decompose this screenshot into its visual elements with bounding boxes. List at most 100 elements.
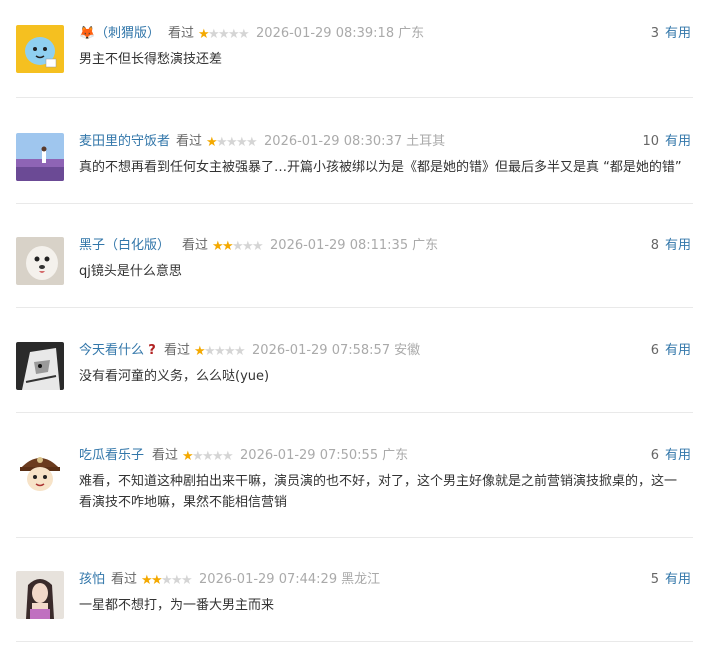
username-link[interactable]: 吃瓜看乐子	[79, 447, 144, 465]
watch-status: 看过	[111, 572, 138, 587]
star-filled-icon: ★	[206, 134, 218, 150]
star-empty-icon: ★	[224, 343, 236, 359]
star-filled-icon: ★	[194, 343, 206, 359]
useful-button[interactable]: 有用	[665, 343, 691, 358]
comment-time[interactable]: 2026-01-29 07:50:55	[240, 447, 378, 465]
star-empty-icon: ★	[234, 343, 246, 359]
comment-time[interactable]: 2026-01-29 08:30:37	[264, 133, 402, 151]
comment-text: 没有看河童的义务，么么哒(yue)	[79, 369, 270, 384]
rating-stars: ★ ★ ★ ★ ★	[141, 572, 193, 588]
useful-votes: 8 有用	[651, 237, 691, 255]
useful-button[interactable]: 有用	[665, 572, 691, 587]
rating-stars: ★ ★ ★ ★ ★	[198, 26, 250, 42]
watch-status: 看过	[176, 134, 203, 149]
star-empty-icon: ★	[232, 238, 244, 254]
useful-votes: 6 有用	[651, 342, 691, 360]
avatar[interactable]	[16, 25, 64, 73]
useful-votes: 3 有用	[651, 25, 691, 43]
star-empty-icon: ★	[222, 448, 234, 464]
comment-meta: 今天看什么 ? 看过 ★ ★ ★ ★ ★ 2026-01-29 07:58:57 安徽	[79, 342, 420, 360]
comment-list: 🦊 （刺猬版） 看过 ★ ★ ★ ★ ★ 2026-01-29 08:39:18 广东 …	[0, 0, 711, 655]
star-empty-icon: ★	[216, 134, 228, 150]
fox-emoji-icon: 🦊	[79, 26, 96, 41]
star-empty-icon: ★	[226, 134, 238, 150]
star-empty-icon: ★	[214, 343, 226, 359]
vote-count: 6	[650, 448, 659, 463]
star-empty-icon: ★	[246, 134, 258, 150]
star-filled-icon: ★	[182, 448, 194, 464]
username-link[interactable]: （刺猬版）	[95, 25, 160, 43]
comment-text: 一星都不想打，为一番大男主而来	[79, 598, 275, 613]
star-empty-icon: ★	[252, 238, 264, 254]
comment-location: 广东	[382, 448, 409, 463]
rating-stars: ★ ★ ★ ★ ★	[194, 343, 246, 359]
comment-location: 安徽	[394, 343, 421, 358]
question-mark-emoji-icon: ?	[148, 343, 156, 358]
rating-stars: ★ ★ ★ ★ ★	[206, 134, 258, 150]
star-filled-icon: ★	[141, 572, 153, 588]
divider	[16, 641, 693, 642]
star-empty-icon: ★	[192, 448, 204, 464]
rating-stars: ★ ★ ★ ★ ★	[182, 448, 234, 464]
divider	[16, 203, 693, 204]
comment-location: 广东	[398, 26, 425, 41]
star-empty-icon: ★	[212, 448, 224, 464]
star-empty-icon: ★	[161, 572, 173, 588]
watch-status: 看过	[182, 238, 209, 253]
star-empty-icon: ★	[228, 26, 240, 42]
divider	[16, 537, 693, 538]
comment-location: 广东	[412, 238, 439, 253]
comment-location: 土耳其	[406, 134, 446, 149]
divider	[16, 307, 693, 308]
star-filled-icon: ★	[212, 238, 224, 254]
rating-stars: ★ ★ ★ ★ ★	[212, 238, 264, 254]
username-link[interactable]: 麦田里的守饭者	[79, 133, 170, 151]
star-empty-icon: ★	[202, 448, 214, 464]
star-filled-icon: ★	[198, 26, 210, 42]
comment-time[interactable]: 2026-01-29 07:58:57	[252, 342, 390, 360]
divider	[16, 412, 693, 413]
avatar[interactable]	[16, 571, 64, 619]
useful-button[interactable]: 有用	[665, 238, 691, 253]
comment-time[interactable]: 2026-01-29 07:44:29	[199, 571, 337, 589]
useful-votes: 6 有用	[651, 447, 691, 465]
star-empty-icon: ★	[208, 26, 220, 42]
comment-time[interactable]: 2026-01-29 08:39:18	[256, 25, 394, 43]
avatar[interactable]	[16, 237, 64, 285]
star-empty-icon: ★	[204, 343, 216, 359]
comment-location: 黑龙江	[341, 572, 381, 587]
avatar[interactable]	[16, 342, 64, 390]
watch-status: 看过	[152, 448, 179, 463]
watch-status: 看过	[164, 343, 191, 358]
comment-text: 难看，不知道这种剧拍出来干嘛，演员演的也不好，对了，这个男主好像就是之前营销演技…	[79, 474, 678, 510]
star-empty-icon: ★	[171, 572, 183, 588]
comment-meta: 麦田里的守饭者 看过 ★ ★ ★ ★ ★ 2026-01-29 08:30:37 土耳其	[79, 133, 445, 151]
vote-count: 3	[650, 26, 659, 41]
useful-votes: 10 有用	[642, 133, 691, 151]
username-link[interactable]: 孩怕	[79, 571, 105, 589]
comment-meta: 孩怕 看过 ★ ★ ★ ★ ★ 2026-01-29 07:44:29 黑龙江	[79, 571, 380, 589]
comment-meta: 吃瓜看乐子 看过 ★ ★ ★ ★ ★ 2026-01-29 07:50:55 广东	[79, 447, 408, 465]
star-empty-icon: ★	[238, 26, 250, 42]
useful-button[interactable]: 有用	[665, 134, 691, 149]
useful-votes: 5 有用	[651, 571, 691, 589]
useful-button[interactable]: 有用	[665, 26, 691, 41]
avatar[interactable]	[16, 133, 64, 181]
comment-text: 真的不想再看到任何女主被强暴了…开篇小孩被绑以为是《都是她的错》但最后多半又是真…	[79, 160, 682, 175]
comment-meta: 黑子（白化版） 看过 ★ ★ ★ ★ ★ 2026-01-29 08:11:35 广东	[79, 237, 438, 255]
watch-status: 看过	[168, 26, 195, 41]
vote-count: 8	[650, 238, 659, 253]
vote-count: 5	[650, 572, 659, 587]
avatar[interactable]	[16, 447, 64, 495]
username-link[interactable]: 今天看什么	[79, 342, 144, 360]
star-empty-icon: ★	[181, 572, 193, 588]
star-empty-icon: ★	[242, 238, 254, 254]
star-empty-icon: ★	[236, 134, 248, 150]
comment-time[interactable]: 2026-01-29 08:11:35	[270, 237, 408, 255]
divider	[16, 97, 693, 98]
vote-count: 6	[650, 343, 659, 358]
star-empty-icon: ★	[218, 26, 230, 42]
comment-text: qj镜头是什么意思	[79, 264, 182, 279]
useful-button[interactable]: 有用	[665, 448, 691, 463]
username-link[interactable]: 黑子（白化版）	[79, 237, 170, 255]
